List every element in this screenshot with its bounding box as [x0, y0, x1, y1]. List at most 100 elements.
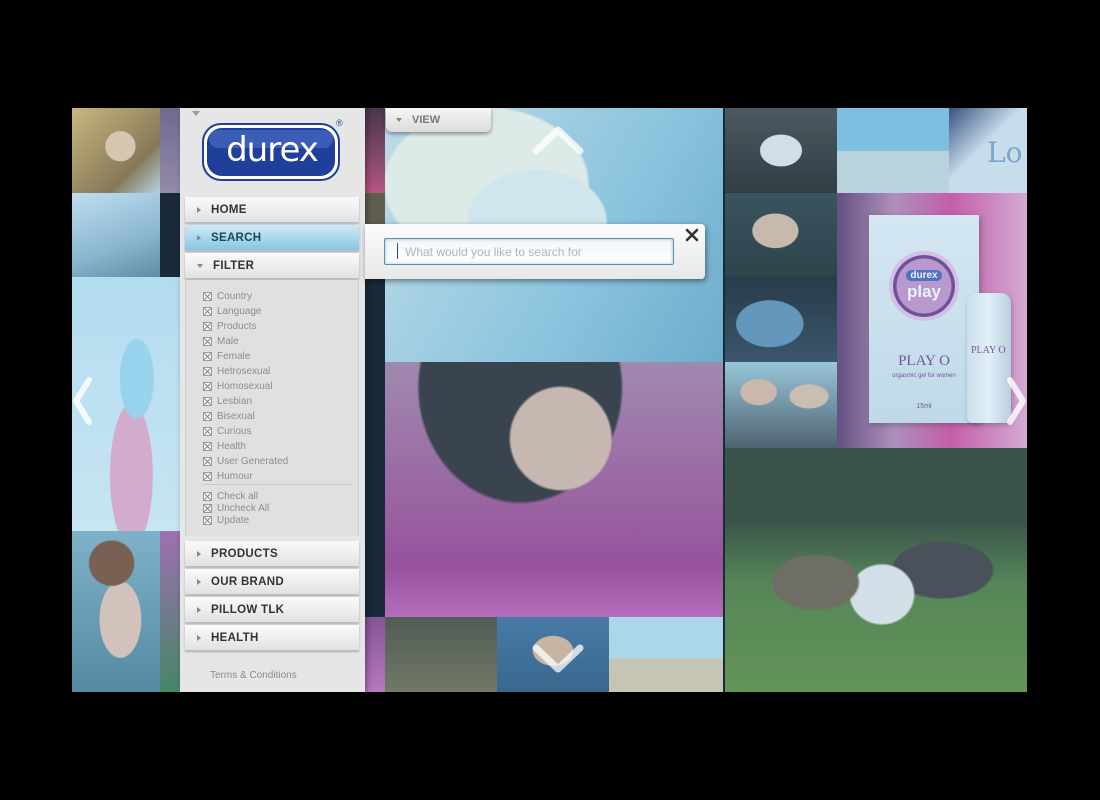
- filter-option-user-generated[interactable]: User Generated: [203, 455, 288, 467]
- nav-health[interactable]: HEALTH: [185, 625, 359, 651]
- checkbox-icon[interactable]: [203, 515, 212, 525]
- filter-option-male[interactable]: Male: [203, 335, 239, 347]
- photo-tile-couple-beach[interactable]: [837, 108, 949, 193]
- filter-option-country[interactable]: Country: [203, 290, 252, 302]
- checkbox-icon[interactable]: [203, 306, 212, 316]
- nav-home[interactable]: HOME: [185, 197, 359, 223]
- nav-search[interactable]: SEARCH: [185, 225, 359, 251]
- filter-label: Products: [217, 320, 257, 332]
- photo-tile-device[interactable]: [72, 193, 160, 277]
- terms-link[interactable]: Terms & Conditions: [210, 670, 297, 681]
- checkbox-icon[interactable]: [203, 351, 212, 361]
- nav-pillow-tlk-label: PILLOW TLK: [211, 603, 285, 616]
- photo-tile-three-friends[interactable]: [725, 448, 1027, 692]
- photo-tile-woman-finger[interactable]: [72, 108, 160, 193]
- checkbox-icon[interactable]: [203, 396, 212, 406]
- filter-label: Hetrosexual: [217, 365, 271, 377]
- chevron-right-icon: [197, 234, 201, 241]
- checkbox-icon[interactable]: [203, 291, 212, 301]
- product-title: PLAY O: [898, 353, 950, 369]
- photo-tile-note[interactable]: Lo: [949, 108, 1027, 193]
- filter-label: Homosexual: [217, 380, 273, 392]
- filter-action-label: Uncheck All: [217, 502, 270, 514]
- checkbox-icon[interactable]: [203, 336, 212, 346]
- filter-option-lesbian[interactable]: Lesbian: [203, 395, 252, 407]
- checkbox-icon[interactable]: [203, 503, 212, 513]
- filter-option-language[interactable]: Language: [203, 305, 262, 317]
- photo-tile-play-product[interactable]: durex play PLAY O orgasmic gel for women…: [837, 193, 1027, 448]
- photo-tile-candle[interactable]: [365, 108, 385, 193]
- checkbox-icon[interactable]: [203, 381, 212, 391]
- filter-option-homosexual[interactable]: Homosexual: [203, 380, 273, 392]
- photo-tile-glasses-woman[interactable]: [725, 108, 837, 193]
- photo-tile-elderly-couple[interactable]: [725, 362, 837, 448]
- checkbox-icon[interactable]: [203, 321, 212, 331]
- filter-option-bisexual[interactable]: Bisexual: [203, 410, 255, 422]
- checkbox-icon[interactable]: [203, 471, 212, 481]
- filter-divider: [203, 484, 353, 485]
- checkbox-icon[interactable]: [203, 411, 212, 421]
- chevron-down-icon[interactable]: [532, 643, 584, 675]
- filter-label: Bisexual: [217, 410, 255, 422]
- filter-option-curious[interactable]: Curious: [203, 425, 251, 437]
- photo-tile-woman-stretch[interactable]: [72, 531, 160, 692]
- filter-check-all[interactable]: Check all: [203, 490, 258, 502]
- chevron-right-icon[interactable]: [1005, 376, 1027, 426]
- checkbox-icon[interactable]: [203, 426, 212, 436]
- chevron-left-icon[interactable]: [72, 376, 94, 426]
- filter-option-humour[interactable]: Humour: [203, 470, 253, 482]
- filter-option-products[interactable]: Products: [203, 320, 256, 332]
- filter-option-health[interactable]: Health: [203, 440, 246, 452]
- chevron-right-icon: [197, 606, 201, 613]
- filter-label: Male: [217, 335, 239, 347]
- chevron-down-icon: [396, 118, 402, 122]
- nav-pillow-tlk[interactable]: PILLOW TLK: [185, 597, 359, 623]
- photo-tile-pink-product[interactable]: [160, 531, 180, 692]
- logo-registered: ®: [336, 118, 343, 128]
- logo-text: durex: [226, 130, 319, 170]
- chevron-right-icon: [197, 550, 201, 557]
- checkbox-icon[interactable]: [203, 456, 212, 466]
- photo-tile-pink-edge[interactable]: [365, 617, 385, 692]
- nav-filter[interactable]: FILTER: [185, 253, 359, 279]
- nav-home-label: HOME: [211, 203, 247, 216]
- photo-tile-redhead[interactable]: [725, 193, 837, 277]
- nav-our-brand-label: OUR BRAND: [211, 575, 284, 588]
- checkbox-icon[interactable]: [203, 366, 212, 376]
- filter-label: Lesbian: [217, 395, 253, 407]
- nav-products-label: PRODUCTS: [211, 547, 278, 560]
- filter-option-hetrosexual[interactable]: Hetrosexual: [203, 365, 270, 377]
- sidebar-collapse-icon[interactable]: [192, 111, 200, 116]
- photo-tile-purple[interactable]: [160, 108, 180, 193]
- nav-health-label: HEALTH: [211, 631, 259, 644]
- filter-label: Health: [217, 440, 246, 452]
- filter-label: Female: [217, 350, 251, 362]
- filter-option-female[interactable]: Female: [203, 350, 250, 362]
- nav-products[interactable]: PRODUCTS: [185, 541, 359, 567]
- photo-tile-man-rifle[interactable]: [385, 617, 497, 692]
- text-caret: [397, 243, 398, 259]
- product-box: durex play PLAY O orgasmic gel for women…: [869, 215, 979, 423]
- close-icon[interactable]: [685, 228, 699, 242]
- note-text: Lo: [987, 136, 1023, 169]
- checkbox-icon[interactable]: [203, 491, 212, 501]
- durex-logo[interactable]: durex ®: [202, 118, 343, 184]
- filter-label: Humour: [217, 470, 253, 482]
- photo-tile-woman-necklace[interactable]: [385, 362, 723, 617]
- filter-uncheck-all[interactable]: Uncheck All: [203, 502, 269, 514]
- checkbox-icon[interactable]: [203, 441, 212, 451]
- view-tab-label: VIEW: [412, 114, 441, 126]
- product-name: play: [906, 282, 942, 301]
- photo-tile-beach[interactable]: [609, 617, 723, 692]
- filter-label: Country: [217, 290, 253, 302]
- chevron-right-icon: [197, 578, 201, 585]
- view-tab[interactable]: VIEW: [386, 108, 491, 132]
- product-circle: durex play: [889, 251, 959, 321]
- nav-our-brand[interactable]: OUR BRAND: [185, 569, 359, 595]
- chevron-up-icon[interactable]: [532, 124, 584, 156]
- product-size: 15ml: [916, 403, 932, 410]
- chevron-right-icon: [197, 206, 201, 213]
- filter-update[interactable]: Update: [203, 514, 249, 526]
- search-input[interactable]: [384, 238, 674, 265]
- photo-tile-blue-abstract[interactable]: [725, 277, 837, 362]
